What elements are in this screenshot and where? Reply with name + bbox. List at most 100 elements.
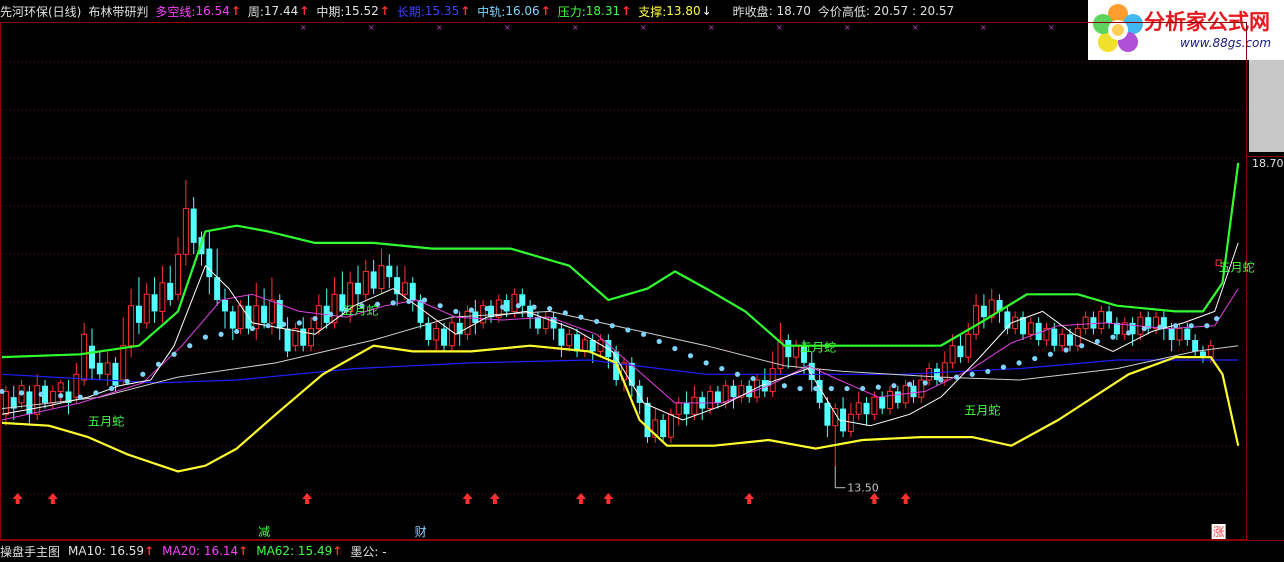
mid-band-dot [1047, 351, 1054, 357]
top-marker-icon: × [1048, 23, 1055, 32]
ma20-value: MA20: 16.14 [162, 544, 239, 558]
candle-body [409, 282, 416, 300]
candle-body [558, 328, 565, 346]
candle-body [81, 333, 88, 381]
candle-body [253, 305, 260, 330]
mid-band-dot [875, 384, 881, 390]
candle-body [707, 390, 714, 410]
mid-band-dot [766, 380, 772, 386]
candle-body [370, 271, 377, 289]
candle-body [167, 282, 174, 300]
candle-body [1192, 340, 1199, 352]
candle-body [1098, 310, 1105, 330]
candle-body [378, 265, 385, 290]
mid-band-dot [124, 378, 130, 385]
top-marker-icon: × [300, 23, 307, 32]
mid-band-dot [1016, 360, 1022, 366]
candle-body [268, 299, 275, 324]
mid-band-dot [640, 331, 647, 337]
candle-body [49, 390, 56, 404]
candle-body [965, 333, 972, 358]
mid-band-dot [296, 320, 302, 326]
mid-band-dot [484, 305, 490, 312]
mid-band-dot [906, 381, 913, 387]
candle-body [175, 253, 182, 295]
candle-body [96, 362, 103, 375]
mid-band-dot [38, 391, 44, 397]
mid-band-dot [985, 368, 991, 375]
mid-band-dot [390, 300, 396, 306]
buy-arrow-icon [462, 493, 473, 504]
mid-band-dot [202, 334, 209, 340]
candle-body [894, 391, 901, 403]
buy-arrow-icon [603, 493, 614, 504]
candle-body [628, 362, 635, 386]
mid-band-dot [578, 314, 584, 320]
top-marker-icon: × [776, 23, 783, 32]
candle-body [261, 305, 268, 323]
ma20-arrow: ↑ [238, 544, 249, 558]
top-marker-icon: × [912, 23, 919, 32]
mid-band-dot [249, 325, 255, 332]
mid-band-dot [609, 323, 615, 329]
candle-body [574, 334, 581, 352]
mid-band-dot [77, 394, 83, 400]
mid-band-dot [594, 318, 600, 325]
candle-body [417, 300, 424, 323]
candle-body [566, 333, 573, 347]
candle-body [534, 317, 541, 329]
buy-arrow-icon [900, 493, 911, 504]
mid-band-dot [1141, 325, 1147, 332]
mid-band-dot [1172, 323, 1179, 329]
pattern-annotation: 五月蛇 [1219, 259, 1255, 274]
candle-body [128, 305, 135, 347]
mid-band-dot [1079, 343, 1085, 349]
candle-body [722, 385, 729, 404]
candle-body [135, 305, 142, 323]
mid-band-dot [1063, 347, 1069, 353]
candle-body [386, 265, 393, 278]
candle-body [284, 328, 291, 352]
mid-band-dot [1094, 338, 1100, 345]
candle-body [1059, 333, 1066, 347]
mid-band-dot [1188, 323, 1194, 329]
mid-band-dot [547, 305, 553, 312]
mid-band-dot [922, 380, 928, 386]
mid-band-dot [1126, 330, 1132, 336]
top-marker-icon: × [504, 23, 511, 32]
candle-body [120, 345, 127, 381]
candle-body [793, 345, 800, 358]
mid-band-dot [234, 328, 240, 335]
top-marker-icon: × [844, 23, 851, 32]
mid-band-dot [93, 390, 99, 396]
candle-body [660, 420, 667, 438]
candle-body [1066, 334, 1073, 346]
candle-body [1090, 317, 1097, 329]
mid-band-dot [18, 390, 25, 396]
mid-band-dot [421, 297, 428, 303]
candle-body [229, 311, 236, 329]
mid-band-dot [58, 393, 64, 399]
mid-band-dot [171, 351, 177, 357]
candle-body [1004, 311, 1011, 329]
mid-band-dot [813, 385, 819, 392]
mid-ma-line [1, 310, 1239, 410]
mid-band-dot [218, 331, 224, 337]
mid-band-dot [468, 307, 475, 313]
mid-band-dot [328, 311, 334, 317]
candle-body [824, 402, 831, 426]
buy-arrow-icon [575, 493, 586, 504]
ma62-readout: MA62: 15.49↑ [256, 544, 342, 558]
candle-body [730, 385, 737, 398]
footer-bar: 操盘手主图 MA10: 16.59↑ MA20: 16.14↑ MA62: 15… [0, 541, 1284, 561]
candle-body [949, 345, 956, 364]
candle-body [863, 402, 870, 415]
footer-title: 操盘手主图 [0, 544, 61, 559]
candle-body [887, 390, 894, 410]
candle-body [34, 385, 41, 415]
candle-body [401, 282, 408, 295]
mid-band-dot [891, 383, 897, 389]
candle-body [26, 391, 33, 415]
candle-body [112, 362, 119, 386]
mid-band-dot [1204, 323, 1210, 329]
